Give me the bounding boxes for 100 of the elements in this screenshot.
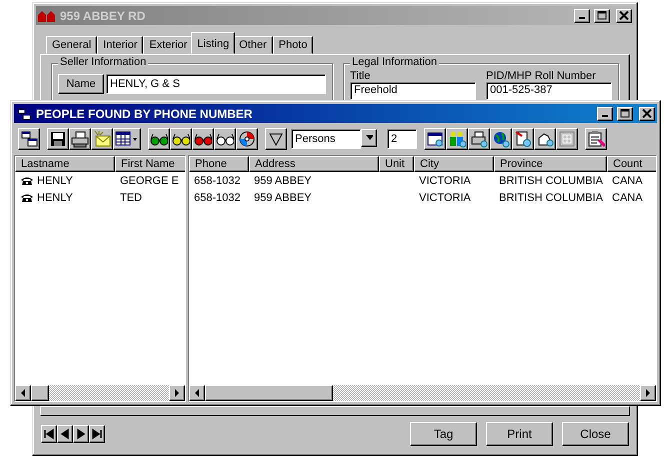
table-cell-text: 658-1032 bbox=[193, 192, 242, 204]
record-nav-button[interactable] bbox=[41, 425, 57, 443]
windows-button[interactable] bbox=[18, 128, 40, 150]
card-search-button[interactable] bbox=[424, 128, 446, 150]
glasses-button[interactable] bbox=[214, 128, 236, 150]
name-button[interactable]: Name bbox=[58, 74, 104, 94]
name-field[interactable]: HENLY, G & S bbox=[106, 74, 326, 94]
column-header[interactable]: Province bbox=[494, 156, 607, 172]
pid-field[interactable]: 001-525-387 bbox=[486, 82, 612, 100]
column-header[interactable]: City bbox=[414, 156, 494, 172]
table-cell-text: 959 ABBEY bbox=[253, 174, 312, 186]
table-cell-text: VICTORIA bbox=[418, 192, 472, 204]
table-cell: HENLY bbox=[37, 174, 73, 186]
people-search-button[interactable] bbox=[446, 128, 468, 150]
phone-icon bbox=[20, 192, 34, 202]
window-icon bbox=[16, 106, 32, 120]
dropdown-button[interactable] bbox=[361, 129, 377, 147]
phone-icon bbox=[20, 176, 34, 186]
save-icon bbox=[49, 130, 67, 148]
close-icon bbox=[642, 109, 652, 118]
column-header[interactable]: Phone bbox=[189, 156, 249, 172]
scroll-thumb[interactable] bbox=[31, 385, 49, 401]
tab[interactable]: Photo bbox=[272, 36, 314, 54]
print-button[interactable] bbox=[69, 128, 91, 150]
maximize-icon bbox=[597, 11, 607, 20]
record-nav-button[interactable] bbox=[73, 425, 89, 443]
group-legend: Seller Information bbox=[58, 56, 148, 68]
column-header[interactable]: Count bbox=[607, 156, 656, 172]
glasses-button[interactable] bbox=[192, 128, 214, 150]
close-button[interactable] bbox=[639, 106, 655, 120]
record-nav-button[interactable] bbox=[89, 425, 105, 443]
save-button[interactable] bbox=[47, 128, 69, 150]
field-label: PID/MHP Roll Number bbox=[486, 70, 597, 82]
count-field[interactable]: 2 bbox=[387, 129, 417, 149]
grid-button[interactable] bbox=[556, 128, 578, 150]
arrow-icon bbox=[644, 388, 652, 398]
nav-arrow-icon bbox=[91, 428, 103, 440]
tab[interactable]: Exterior bbox=[143, 36, 194, 54]
table-cell-text: TED bbox=[119, 192, 143, 204]
scroll-right-button[interactable] bbox=[640, 385, 656, 401]
tab[interactable]: Listing bbox=[191, 32, 236, 54]
close-icon bbox=[619, 11, 629, 20]
scroll-left-button[interactable] bbox=[189, 385, 205, 401]
table-icon bbox=[115, 130, 139, 148]
mail-icon bbox=[93, 130, 111, 148]
scroll-right-button[interactable] bbox=[169, 385, 185, 401]
document-search-icon bbox=[514, 130, 532, 148]
table-button[interactable] bbox=[113, 128, 141, 150]
column-header[interactable]: Address bbox=[249, 156, 379, 172]
column-header[interactable]: Lastname bbox=[15, 156, 115, 172]
window-title: 959 ABBEY RD bbox=[60, 8, 146, 22]
globe-search-button[interactable] bbox=[490, 128, 512, 150]
tab[interactable]: General bbox=[46, 36, 98, 54]
disc-icon bbox=[238, 130, 256, 148]
table-cell-text: GEORGE E bbox=[119, 174, 180, 186]
action-button[interactable]: Print bbox=[486, 422, 553, 446]
print-icon bbox=[71, 130, 89, 148]
column-header[interactable]: Unit bbox=[379, 156, 414, 172]
grid-icon bbox=[558, 130, 576, 148]
table-cell: HENLY bbox=[37, 192, 73, 204]
scrollbar[interactable] bbox=[189, 385, 656, 401]
column-header[interactable]: First Name bbox=[115, 156, 185, 172]
action-button[interactable]: Close bbox=[562, 422, 629, 446]
tab[interactable]: Interior bbox=[97, 36, 144, 54]
tab[interactable]: Other bbox=[233, 36, 273, 54]
table-cell-text: CANA bbox=[611, 192, 644, 204]
disc-button[interactable] bbox=[236, 128, 258, 150]
scroll-thumb[interactable] bbox=[205, 385, 333, 401]
type-select[interactable]: Persons bbox=[291, 129, 361, 149]
people-search-icon bbox=[448, 130, 466, 148]
nav-arrow-icon bbox=[43, 428, 55, 440]
table-cell-text: 959 ABBEY bbox=[253, 192, 312, 204]
table-cell-text: 658-1032 bbox=[193, 174, 242, 186]
glasses-button[interactable] bbox=[148, 128, 170, 150]
minimize-button[interactable] bbox=[597, 106, 613, 120]
printer-search-button[interactable] bbox=[468, 128, 490, 150]
record-nav-button[interactable] bbox=[57, 425, 73, 443]
group-legend: Legal Information bbox=[350, 56, 439, 68]
maximize-button[interactable] bbox=[617, 106, 633, 120]
arrow-icon bbox=[173, 388, 181, 398]
field-label: Title bbox=[350, 70, 372, 82]
card-search-icon bbox=[426, 130, 444, 148]
document-search-button[interactable] bbox=[512, 128, 534, 150]
arrow-icon bbox=[193, 388, 201, 398]
clipboard-icon bbox=[587, 130, 605, 148]
nav-arrow-icon bbox=[59, 428, 71, 440]
action-button[interactable]: Tag bbox=[410, 422, 477, 446]
maximize-icon bbox=[620, 109, 630, 118]
title-select[interactable]: Freehold bbox=[350, 82, 476, 100]
glasses-button[interactable] bbox=[170, 128, 192, 150]
nav-arrow-icon bbox=[75, 428, 87, 440]
houses-icon bbox=[38, 10, 56, 22]
dialog-title: PEOPLE FOUND BY PHONE NUMBER bbox=[36, 106, 254, 120]
scroll-left-button[interactable] bbox=[15, 385, 31, 401]
arrow-icon bbox=[19, 388, 27, 398]
clipboard-button[interactable] bbox=[585, 128, 607, 150]
scrollbar[interactable] bbox=[15, 385, 185, 401]
filter-button[interactable] bbox=[265, 128, 287, 150]
table-cell-text: BRITISH COLUMBIA bbox=[498, 174, 604, 186]
mail-button[interactable] bbox=[91, 128, 113, 150]
